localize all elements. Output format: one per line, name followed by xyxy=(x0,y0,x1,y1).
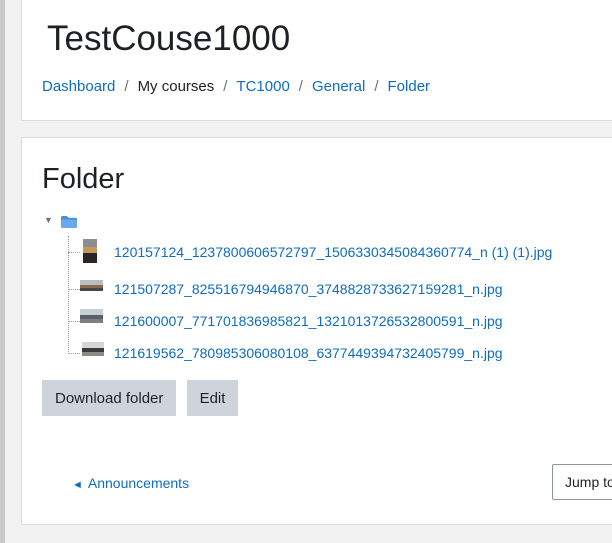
tree-connector xyxy=(68,236,69,352)
previous-activity-link[interactable]: ◄ Announcements xyxy=(72,475,189,491)
breadcrumb-separator: / xyxy=(298,78,303,95)
image-thumbnail-icon xyxy=(80,279,103,291)
file-link[interactable]: 120157124_1237800606572797_1506330345084… xyxy=(114,244,552,260)
tree-connector xyxy=(68,252,80,253)
file-link[interactable]: 121507287_825516794946870_37488287336271… xyxy=(114,281,503,297)
triangle-down-icon[interactable]: ▼ xyxy=(44,215,53,225)
breadcrumb-dashboard[interactable]: Dashboard xyxy=(42,78,115,95)
left-drawer-edge xyxy=(0,0,5,543)
breadcrumb-separator: / xyxy=(124,78,129,95)
breadcrumb-separator: / xyxy=(374,78,379,95)
file-link[interactable]: 121619562_780985306080108_63774493947324… xyxy=(114,345,503,361)
breadcrumb-course[interactable]: TC1000 xyxy=(236,78,289,95)
previous-activity-label: Announcements xyxy=(87,475,190,491)
breadcrumb-separator: / xyxy=(223,78,228,95)
image-thumbnail-icon xyxy=(82,342,104,356)
image-thumbnail-icon xyxy=(80,309,103,323)
download-folder-button[interactable]: Download folder xyxy=(42,380,177,416)
page-header: TestCouse1000 Dashboard / My courses / TC100… xyxy=(21,0,612,121)
tree-connector xyxy=(68,321,80,322)
tree-connector xyxy=(68,289,80,290)
page-heading: Folder xyxy=(42,163,125,195)
main-region: Folder ▼ 120157124_1237800606572797_1506… xyxy=(21,137,612,525)
course-title: TestCouse1000 xyxy=(47,19,291,58)
edit-button[interactable]: Edit xyxy=(187,380,238,416)
breadcrumb: Dashboard / My courses / TC1000 / General / Fold… xyxy=(42,78,430,95)
breadcrumb-folder[interactable]: Folder xyxy=(388,78,431,95)
breadcrumb-my-courses: My courses xyxy=(137,78,215,95)
previous-arrow-icon: ◄ xyxy=(72,479,83,491)
file-link[interactable]: 121600007_771701836985821_13210137265328… xyxy=(114,313,503,329)
jump-to-select[interactable]: Jump to... xyxy=(552,464,612,500)
breadcrumb-section[interactable]: General xyxy=(312,78,365,95)
image-thumbnail-icon xyxy=(83,239,97,263)
tree-connector xyxy=(68,353,80,354)
folder-icon xyxy=(61,216,77,228)
